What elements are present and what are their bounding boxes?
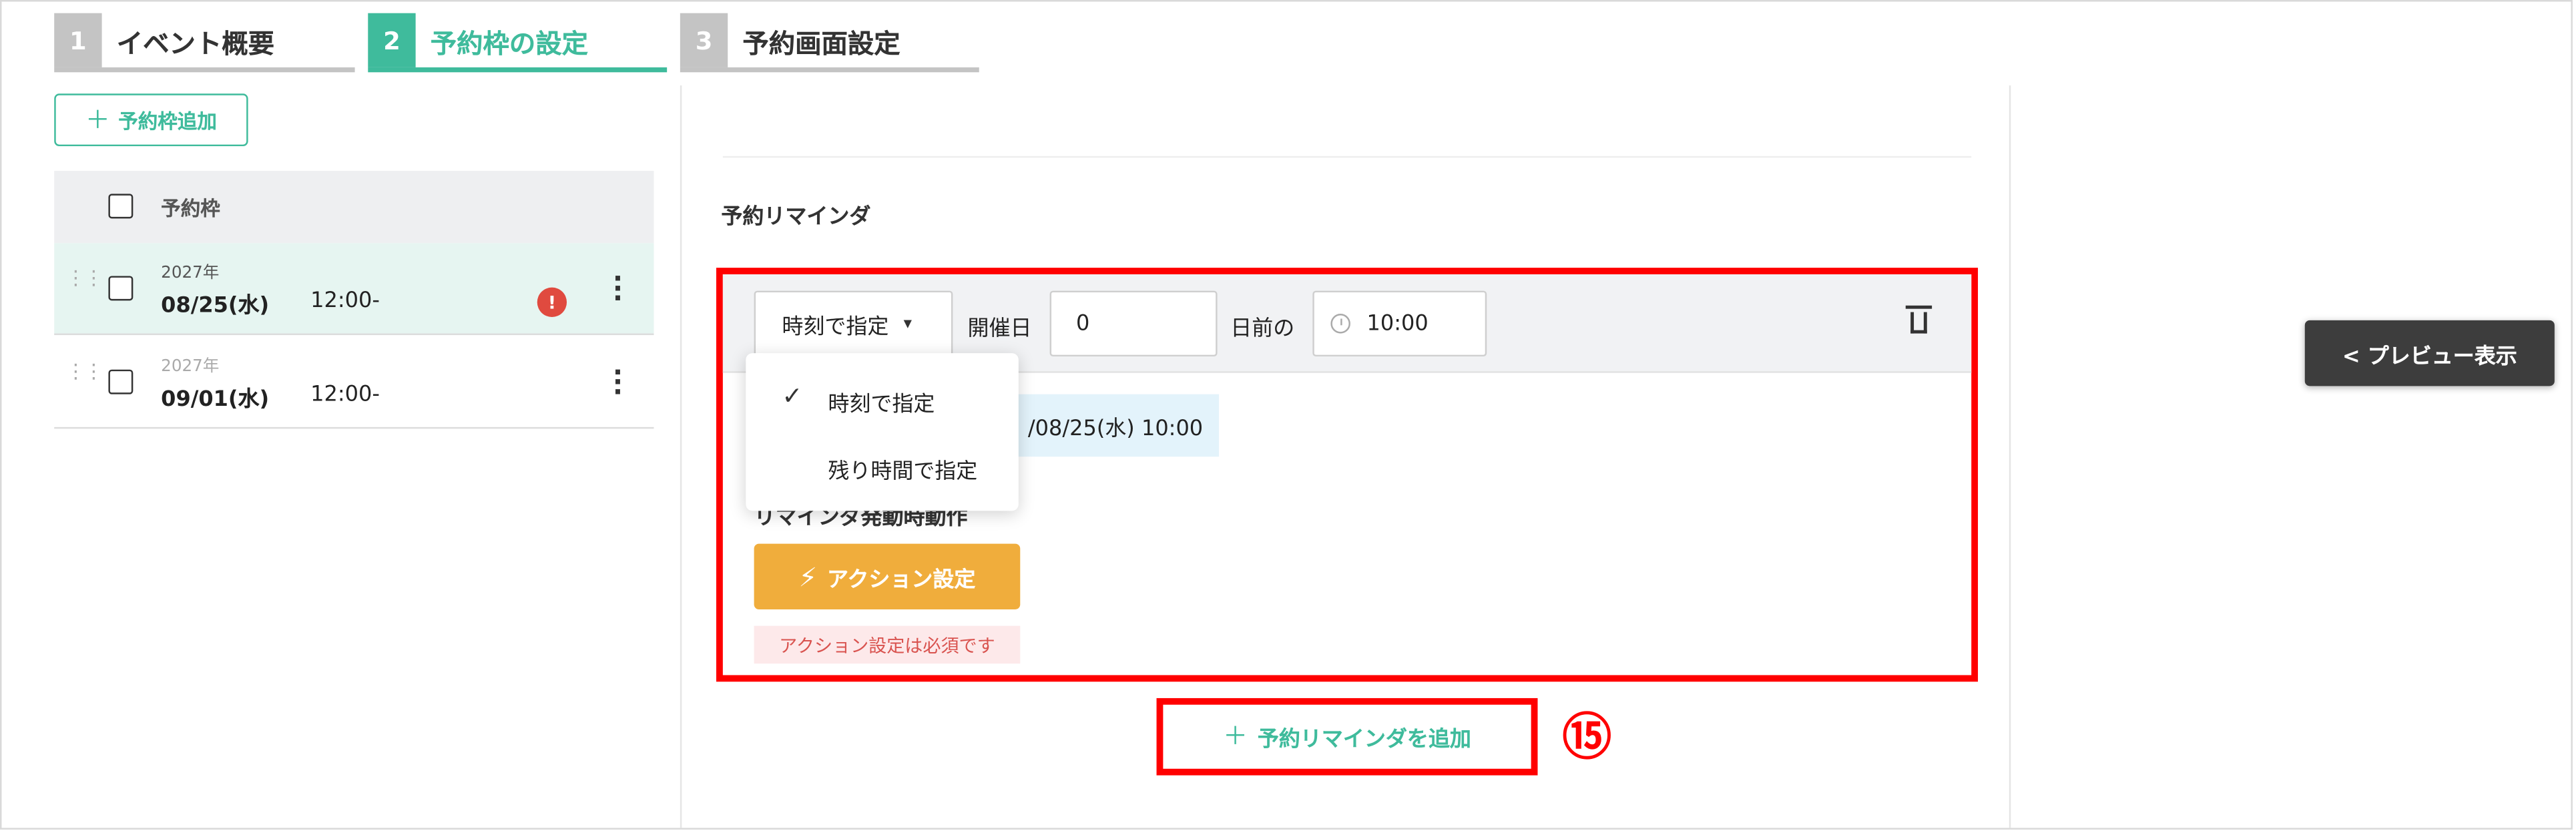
step-label: 予約枠の設定 <box>430 27 589 59</box>
action-settings-button[interactable]: ⚡ アクション設定 <box>754 543 1021 610</box>
action-settings-label: アクション設定 <box>826 567 976 593</box>
preview-button[interactable]: < プレビュー表示 <box>2304 320 2555 386</box>
plus-icon: ＋ <box>85 104 110 134</box>
reminder-mode-select[interactable]: 時刻で指定 ▾ <box>754 290 953 357</box>
dropdown-option-time[interactable]: ✓ 時刻で指定 <box>746 368 1019 431</box>
step-label: 予約画面設定 <box>742 27 900 59</box>
divider <box>2009 85 2011 828</box>
divider <box>680 85 682 828</box>
step-1-event-overview[interactable]: 1 イベント概要 <box>54 13 355 73</box>
slot-row[interactable]: ⋮⋮ 2027年 08/25(水) 12:00- ! · · · <box>54 243 654 336</box>
reminder-mode-value: 時刻で指定 <box>782 314 889 340</box>
slot-date: 08/25(水) <box>161 294 270 319</box>
select-all-checkbox[interactable] <box>108 194 134 219</box>
reminder-date-preview: /08/25(水) 10:00 <box>1011 394 1220 457</box>
lightning-icon: ⚡ <box>798 561 818 593</box>
days-before-value: 0 <box>1075 311 1090 336</box>
time-value: 10:00 <box>1366 311 1429 336</box>
divider <box>722 156 1972 158</box>
slot-year: 2027年 <box>161 358 220 376</box>
add-slot-label: 予約枠追加 <box>118 109 217 133</box>
add-reminder-label: 予約リマインダを追加 <box>1257 728 1471 753</box>
step-number: 1 <box>54 13 102 67</box>
more-options-icon[interactable]: · · · <box>613 265 623 311</box>
reminder-section-title: 予約リマインダ <box>721 205 871 230</box>
drag-handle-icon[interactable]: ⋮⋮ <box>65 361 103 381</box>
option-label: 時刻で指定 <box>828 392 935 418</box>
slot-date: 09/01(水) <box>161 387 270 412</box>
slot-time: 12:00- <box>310 289 380 314</box>
row-checkbox[interactable] <box>108 276 134 301</box>
row-checkbox[interactable] <box>108 369 134 394</box>
drag-handle-icon[interactable]: ⋮⋮ <box>65 268 103 288</box>
dropdown-option-remaining[interactable]: 残り時間で指定 <box>746 435 1019 498</box>
trash-icon[interactable] <box>1905 305 1933 335</box>
more-options-icon[interactable]: · · · <box>613 359 623 405</box>
slot-year: 2027年 <box>161 264 220 283</box>
slot-row[interactable]: ⋮⋮ 2027年 09/01(水) 12:00- · · · <box>54 337 654 429</box>
check-icon: ✓ <box>782 380 803 411</box>
slot-time: 12:00- <box>310 382 380 408</box>
clock-icon <box>1330 314 1350 334</box>
step-2-slot-settings[interactable]: 2 予約枠の設定 <box>368 13 668 73</box>
plus-icon: ＋ <box>1223 721 1248 751</box>
option-label: 残り時間で指定 <box>828 460 978 485</box>
step-number: 2 <box>368 13 416 67</box>
reminder-mode-dropdown: ✓ 時刻で指定 残り時間で指定 <box>746 353 1019 511</box>
slot-table-header: 予約枠 <box>54 170 654 244</box>
action-required-error: アクション設定は必須です <box>754 625 1021 664</box>
step-3-booking-page-settings[interactable]: 3 予約画面設定 <box>680 13 979 73</box>
error-icon: ! <box>537 287 567 317</box>
screen: 1 イベント概要 2 予約枠の設定 3 予約画面設定 ＋ 予約枠追加 予約枠 ⋮… <box>0 0 2576 833</box>
annotation-number: ⑮ <box>1562 710 1612 768</box>
step-label: イベント概要 <box>116 27 275 59</box>
event-day-label: 開催日 <box>967 316 1032 342</box>
time-input[interactable]: 10:00 <box>1312 290 1487 357</box>
days-before-input[interactable]: 0 <box>1049 290 1218 357</box>
chevron-down-icon: ▾ <box>903 314 912 333</box>
column-header-slot: 予約枠 <box>161 197 220 220</box>
add-reminder-button[interactable]: ＋ 予約リマインダを追加 <box>1156 698 1538 776</box>
add-slot-button[interactable]: ＋ 予約枠追加 <box>54 93 248 147</box>
days-before-label: 日前の <box>1230 316 1295 342</box>
step-number: 3 <box>680 13 728 67</box>
